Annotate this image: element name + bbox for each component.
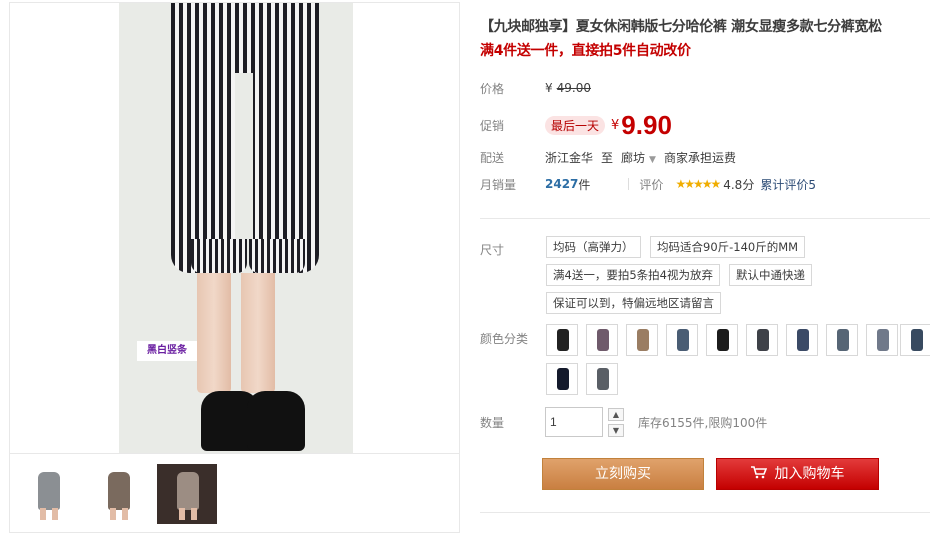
color-swatch-11[interactable]: [546, 363, 578, 395]
size-option-3[interactable]: 满4送一，要拍5条拍4视为放弃: [546, 264, 720, 286]
image-watermark: 黑白竖条: [137, 341, 197, 361]
buy-now-label: 立刻购买: [595, 466, 651, 482]
size-label: 尺寸: [480, 243, 505, 257]
quantity-input[interactable]: [545, 407, 603, 437]
thumbnail-3[interactable]: [157, 464, 217, 524]
color-swatch-1[interactable]: [546, 324, 578, 356]
pants-cuff-right: [249, 239, 305, 273]
color-swatch-6[interactable]: [746, 324, 778, 356]
color-swatch-5[interactable]: [706, 324, 738, 356]
color-swatch-4[interactable]: [666, 324, 698, 356]
shopping-cart-icon: [750, 460, 767, 479]
add-to-cart-button[interactable]: 加入购物车: [716, 458, 879, 490]
product-detail-panel: 【九块邮独享】夏女休闲韩版七分哈伦裤 潮女显瘦多款七分裤宽松 满4件送一件，直接…: [480, 0, 930, 533]
bottom-divider: [480, 512, 930, 513]
review-count-link[interactable]: 累计评价5: [760, 176, 816, 193]
striped-pants-image: [171, 3, 319, 273]
quantity-label: 数量: [480, 416, 505, 430]
rating-score: 4.8分: [723, 177, 755, 192]
thumbnail-strip: [10, 453, 459, 532]
delivery-destination: 廊坊: [621, 150, 646, 165]
section-divider: [480, 218, 930, 219]
color-swatch-9[interactable]: [866, 324, 898, 356]
chevron-down-icon: ▼: [649, 154, 656, 165]
quantity-increase-button[interactable]: ▲: [608, 408, 624, 421]
promo-label: 促销: [480, 118, 505, 133]
color-swatch-8[interactable]: [826, 324, 858, 356]
shipping-note: 商家承担运费: [663, 150, 736, 165]
chevron-down-icon: ▼: [612, 426, 620, 435]
size-option-2[interactable]: 均码适合90斤-140斤的MM: [650, 236, 806, 258]
monthly-sales-unit: 件: [578, 177, 591, 192]
model-leg-right: [241, 253, 275, 393]
main-product-image[interactable]: 黑白竖条: [119, 3, 353, 453]
quantity-decrease-button[interactable]: ▼: [608, 424, 624, 437]
size-option-1[interactable]: 均码（高弹力）: [546, 236, 641, 258]
promo-currency-symbol: ¥: [611, 117, 620, 133]
product-subtitle: 满4件送一件，直接拍5件自动改价: [480, 43, 691, 59]
size-option-5[interactable]: 保证可以到，特偏远地区请留言: [546, 292, 721, 314]
price-label: 价格: [480, 81, 505, 96]
thumbnail-2[interactable]: [88, 464, 148, 524]
delivery-destination-select[interactable]: 廊坊 ▼: [621, 149, 656, 166]
shoe-right: [247, 391, 305, 451]
rating-label: 评价: [639, 177, 664, 192]
color-swatch-7[interactable]: [786, 324, 818, 356]
color-swatch-3[interactable]: [626, 324, 658, 356]
color-label: 颜色分类: [480, 332, 529, 346]
monthly-sales-label: 月销量: [480, 177, 517, 192]
chevron-up-icon: ▲: [612, 410, 620, 419]
buy-now-button[interactable]: 立刻购买: [542, 458, 704, 490]
promo-row: 促销 最后一天 ¥ 9.90: [480, 110, 672, 140]
currency-symbol: ¥: [545, 81, 553, 95]
color-swatch-12[interactable]: [586, 363, 618, 395]
divider: [628, 178, 630, 190]
promo-badge: 最后一天: [545, 115, 606, 135]
promo-price: 9.90: [621, 109, 672, 140]
delivery-to-word: 至: [601, 150, 614, 165]
thumbnail-1[interactable]: [18, 464, 78, 524]
add-to-cart-label: 加入购物车: [774, 466, 845, 482]
product-gallery: 黑白竖条: [9, 2, 460, 533]
model-leg-left: [197, 253, 231, 393]
stock-info: 库存6155件,限购100件: [638, 416, 768, 430]
size-option-4[interactable]: 默认中通快递: [729, 264, 812, 286]
pants-cuff-left: [191, 239, 247, 273]
monthly-sales-count: 2427: [545, 177, 579, 191]
delivery-label: 配送: [480, 150, 505, 165]
sales-row: 月销量 2427 件 评价 ★★★★★ 4.8分 累计评价5: [480, 173, 816, 195]
color-swatch-2[interactable]: [586, 324, 618, 356]
original-price: 49.00: [556, 81, 591, 95]
delivery-origin: 浙江金华: [545, 150, 594, 165]
color-swatch-10[interactable]: [900, 324, 930, 356]
delivery-row: 配送 浙江金华 至 廊坊 ▼ 商家承担运费: [480, 146, 736, 168]
product-title: 【九块邮独享】夏女休闲韩版七分哈伦裤 潮女显瘦多款七分裤宽松: [480, 19, 882, 35]
price-row: 价格 ¥ 49.00: [480, 77, 591, 99]
rating-stars-icon: ★★★★★: [675, 177, 721, 191]
